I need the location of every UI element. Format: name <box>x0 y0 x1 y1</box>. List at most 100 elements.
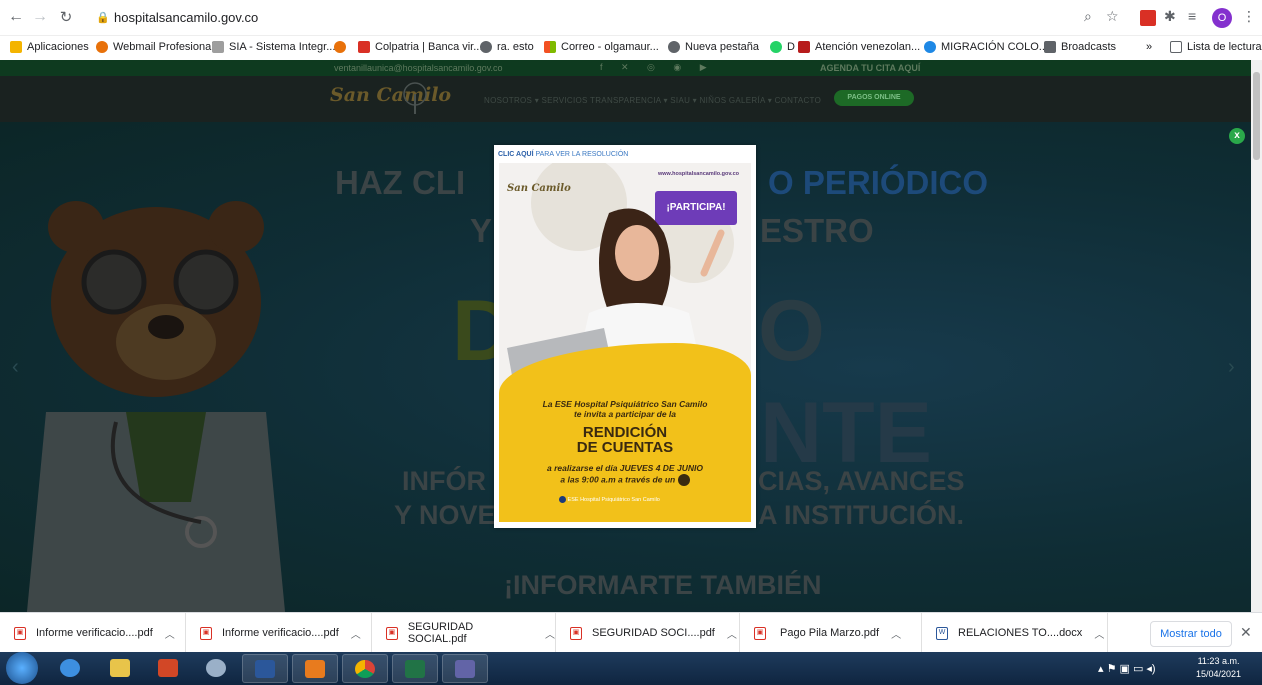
agenda-link[interactable]: AGENDA TU CITA AQUÍ <box>820 63 920 73</box>
close-icon[interactable]: x <box>1229 128 1245 144</box>
powerpoint-taskbar-icon[interactable] <box>146 654 192 683</box>
bookmark-ra-esto[interactable]: ra. esto <box>480 41 534 53</box>
poster-invite1: La ESE Hospital Psiquiátrico San Camilo <box>542 399 708 409</box>
download-item[interactable]: ▣ SEGURIDAD SOCI....pdf ︿ <box>556 613 740 653</box>
bookmark-correo[interactable]: Correo - olgamaur... <box>544 41 659 53</box>
carousel-next-icon[interactable]: › <box>1228 356 1235 379</box>
pdf-icon: ▣ <box>200 626 212 640</box>
scrollbar-thumb[interactable] <box>1253 72 1260 160</box>
rendicion-poster[interactable]: www.hospitalsancamilo.gov.co San Camilo … <box>499 163 751 522</box>
bookmark-broadcasts[interactable]: Broadcasts <box>1044 41 1116 53</box>
sia-icon <box>212 41 224 53</box>
word-taskbar-icon[interactable] <box>242 654 288 683</box>
explorer-taskbar-icon[interactable] <box>98 654 144 683</box>
bookmark-nueva-pestana[interactable]: Nueva pestaña <box>668 41 759 53</box>
poster-title2: DE CUENTAS <box>576 439 674 456</box>
social-icons[interactable]: f ✕ ◎ ◉ ▶ <box>600 62 715 73</box>
popup-modal: CLIC AQUÍ PARA VER LA RESOLUCIÓN www.hos… <box>494 145 756 528</box>
back-icon[interactable]: ← <box>6 8 26 26</box>
bookmarks-bar: Aplicaciones Webmail Profesional SIA - S… <box>0 37 1262 59</box>
media-icon[interactable]: ≡ <box>1188 8 1196 24</box>
bookmark-colpatria[interactable]: Colpatria | Banca vir... <box>358 41 482 53</box>
bookmark-d[interactable]: D <box>770 41 795 53</box>
bookmarks-more[interactable]: » <box>1146 41 1152 53</box>
carousel-prev-icon[interactable]: ‹ <box>12 356 19 379</box>
poster-invite2: te invita a participar de la <box>573 409 677 419</box>
poster-title1: RENDICIÓN <box>582 424 668 441</box>
chrome-taskbar-icon[interactable] <box>342 654 388 683</box>
downloads-bar: ▣ Informe verificacio....pdf ︿ ▣ Informe ve… <box>0 612 1262 653</box>
poster-detail1: a realizarse el día JUEVES 4 DE JUNIO <box>547 463 703 473</box>
download-item[interactable]: ▣ Informe verificacio....pdf ︿ <box>186 613 372 653</box>
pdf-extension-icon[interactable] <box>1140 10 1156 26</box>
start-button[interactable] <box>6 652 38 684</box>
excel-taskbar-icon[interactable] <box>392 654 438 683</box>
reading-list-icon <box>1170 41 1182 53</box>
site-navbar: San Camilo NOSOTROS ▾ SERVICIOS TRANSPAR… <box>0 76 1251 122</box>
download-item[interactable]: ▣ Informe verificacio....pdf ︿ <box>0 613 186 653</box>
download-item[interactable]: W RELACIONES TO....docx ︿ <box>922 613 1108 653</box>
poster-detail2: a las 9:00 a.m a través de un <box>560 474 676 485</box>
app-taskbar-icon[interactable] <box>194 654 240 683</box>
clock-date: 15/04/2021 <box>1196 669 1242 679</box>
zoom-icon[interactable]: ⌕ <box>1084 8 1092 25</box>
ie-taskbar-icon[interactable] <box>48 654 94 683</box>
facebook-icon <box>677 474 690 486</box>
bookmark-apps[interactable]: Aplicaciones <box>10 41 89 53</box>
download-item[interactable]: ▣ SEGURIDAD SOCIAL.pdf ︿ <box>372 613 556 653</box>
forward-icon[interactable]: → <box>30 8 50 26</box>
apps-icon <box>10 41 22 53</box>
hero-line3b: CIAS, AVANCES <box>758 466 965 496</box>
poster-fb-page: ESE Hospital Psiquiátrico San Camilo <box>559 496 660 503</box>
mail-icon <box>1044 41 1056 53</box>
chevron-up-icon[interactable]: ︿ <box>891 626 901 641</box>
chevron-up-icon[interactable]: ︿ <box>545 626 555 641</box>
top-info-strip: ventanillaunica@hospitalsancamilo.gov.co… <box>0 60 1251 76</box>
migracion-icon <box>924 41 936 53</box>
address-bar[interactable]: 🔒 hospitalsancamilo.gov.co <box>86 6 1052 30</box>
media-player-taskbar-icon[interactable] <box>292 654 338 683</box>
chevron-up-icon[interactable]: ︿ <box>165 626 175 641</box>
hero-line1a: HAZ CLI <box>335 164 466 201</box>
hero-line2b: ESTRO <box>760 212 874 249</box>
menu-icon[interactable]: ⋮ <box>1242 8 1256 25</box>
system-tray-icons[interactable]: ▴ ⚑ ▣ ▭ ◂) <box>1098 662 1156 675</box>
extensions-icon[interactable]: ✱ <box>1164 8 1176 25</box>
bookmark-migracion[interactable]: MIGRACIÓN COLO... <box>924 41 1048 53</box>
site-logo[interactable]: San Camilo <box>330 84 451 106</box>
pdf-icon: ▣ <box>14 626 26 640</box>
hero-line5: ¡INFORMARTE TAMBIÉN <box>504 570 822 600</box>
resolution-link[interactable]: CLIC AQUÍ PARA VER LA RESOLUCIÓN <box>498 151 628 158</box>
show-all-button[interactable]: Mostrar todo <box>1150 621 1232 647</box>
nav-links[interactable]: NOSOTROS ▾ SERVICIOS TRANSPARENCIA ▾ SIA… <box>484 96 821 105</box>
reading-list[interactable]: Lista de lectura <box>1170 41 1262 53</box>
bookmark-atencion[interactable]: Atención venezolan... <box>798 41 920 53</box>
pagos-online-button[interactable]: PAGOS ONLINE <box>834 90 914 106</box>
browser-toolbar: ← → ↻ 🔒 hospitalsancamilo.gov.co ⌕ ☆ ✱ ≡… <box>0 0 1262 36</box>
close-downloads-icon[interactable]: ✕ <box>1240 624 1252 641</box>
reload-icon[interactable]: ↻ <box>56 8 76 26</box>
poster-url: www.hospitalsancamilo.gov.co <box>658 171 739 177</box>
star-icon[interactable]: ☆ <box>1106 8 1119 25</box>
page-scrollbar[interactable] <box>1251 60 1262 612</box>
chevron-up-icon[interactable]: ︿ <box>727 626 737 641</box>
profile-avatar[interactable]: O <box>1212 8 1232 28</box>
docx-icon: W <box>936 626 948 640</box>
bookmark-webmail[interactable]: Webmail Profesional <box>96 41 214 53</box>
lock-icon: 🔒 <box>96 12 110 24</box>
globe-icon <box>668 41 680 53</box>
bookmark-blank[interactable] <box>334 41 346 53</box>
facebook-small-icon <box>559 496 566 503</box>
colpatria-icon <box>358 41 370 53</box>
chevron-up-icon[interactable]: ︿ <box>351 626 361 641</box>
top-email[interactable]: ventanillaunica@hospitalsancamilo.gov.co <box>334 63 503 73</box>
poster-detail2-wrap: a las 9:00 a.m a través de un <box>499 474 751 486</box>
download-item[interactable]: ▣ Pago Pila Marzo.pdf ︿ <box>740 613 922 653</box>
pdf-icon: ▣ <box>570 626 582 640</box>
teams-taskbar-icon[interactable] <box>442 654 488 683</box>
poster-logo: San Camilo <box>507 183 571 194</box>
bookmark-sia[interactable]: SIA - Sistema Integr... <box>212 41 335 53</box>
taskbar-clock[interactable]: 11:23 a.m. 15/04/2021 <box>1196 655 1241 681</box>
chevron-up-icon[interactable]: ︿ <box>1094 626 1104 641</box>
clock-time: 11:23 a.m. <box>1197 656 1240 666</box>
